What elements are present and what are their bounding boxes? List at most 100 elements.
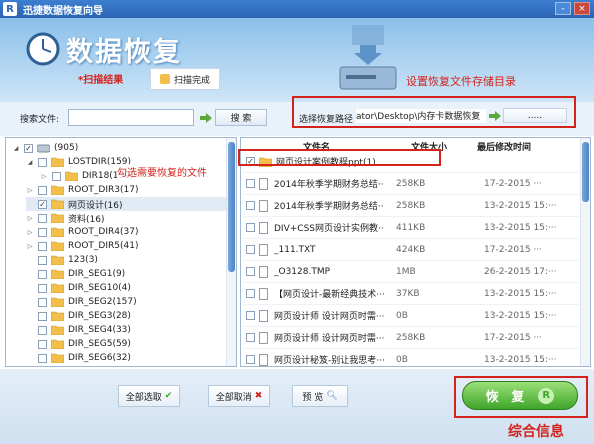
file-name: 【网页设计-最新经典技术··· <box>274 290 384 300</box>
file-checkbox[interactable] <box>246 201 255 210</box>
tree-item-label: ROOT_DIR3(17) <box>68 185 139 195</box>
tree-checkbox[interactable] <box>38 325 47 335</box>
recover-button[interactable]: 恢 复 R <box>462 381 578 410</box>
table-row[interactable]: 网页设计师 设计网页时需··· 0B 13-2-2015 15:··· <box>243 305 579 327</box>
table-row[interactable]: DIV+CSS网页设计实例教··· 411KB 13-2-2015 15:··· <box>243 217 579 239</box>
file-checkbox[interactable] <box>246 311 255 320</box>
folder-icon <box>51 339 64 349</box>
tree-item[interactable]: DIR_SEG10(4) <box>26 281 226 295</box>
file-size: 1MB <box>396 266 416 277</box>
tree-checkbox[interactable] <box>52 171 61 181</box>
recover-label: 恢 复 <box>485 390 529 405</box>
preview-label: 预 览 <box>302 392 324 403</box>
file-name: DIV+CSS网页设计实例教··· <box>274 224 384 234</box>
tree-scrollbar[interactable] <box>226 138 236 366</box>
tree-checkbox[interactable] <box>38 297 47 307</box>
tree-checkbox[interactable] <box>38 283 47 293</box>
folder-icon <box>65 171 78 181</box>
recovery-path-label: 选择恢复路径 <box>299 115 354 125</box>
tree-checkbox[interactable] <box>38 241 47 251</box>
folder-icon <box>51 199 64 209</box>
file-scroll-thumb[interactable] <box>582 142 589 202</box>
tree-scroll-thumb[interactable] <box>228 142 235 272</box>
file-name: _111.TXT <box>274 244 316 255</box>
tree-checkbox[interactable] <box>38 339 47 349</box>
file-icon <box>259 331 268 344</box>
expander-icon[interactable]: ▷ <box>26 243 34 250</box>
recovery-path-field[interactable]: ator\Desktop\内存卡数据恢复 <box>356 109 486 123</box>
expander-icon[interactable]: ▷ <box>26 229 34 236</box>
folder-icon <box>51 325 64 335</box>
file-checkbox[interactable] <box>246 179 255 188</box>
browse-path-button[interactable]: ..... <box>503 108 567 123</box>
expander-icon[interactable]: ◢ <box>12 145 20 152</box>
expander-icon[interactable]: ▷ <box>26 187 34 194</box>
tree-item[interactable]: 123(3) <box>26 253 226 267</box>
tree-item[interactable]: DIR_SEG1(9) <box>26 267 226 281</box>
window-title: 迅捷数据恢复向导 <box>23 5 103 17</box>
file-date: 17-2-2015 ··· <box>484 332 543 343</box>
tree-item-label: DIR_SEG6(32) <box>68 353 131 363</box>
tree-item-label: (905) <box>54 143 79 153</box>
tree-checkbox[interactable] <box>38 255 47 265</box>
tree-item[interactable]: DIR_SEG5(59) <box>26 337 226 351</box>
tree-item-label: 123(3) <box>68 255 98 265</box>
tree-item[interactable]: ▷ 资料(16) <box>26 211 226 225</box>
annotation-select-files: 勾选需要恢复的文件 <box>117 164 207 179</box>
tree-item[interactable]: ▷ ROOT_DIR3(17) <box>26 183 226 197</box>
status-icon <box>159 74 170 84</box>
table-row[interactable]: 2014年秋季学期财务总结··· 258KB 17-2-2015 ··· <box>243 173 579 195</box>
close-button[interactable]: × <box>574 2 590 15</box>
tree-item[interactable]: DIR_SEG3(28) <box>26 309 226 323</box>
tree-item[interactable]: DIR_SEG6(32) <box>26 351 226 365</box>
expander-icon[interactable]: ▷ <box>40 173 48 180</box>
table-row[interactable]: _O3128.TMP 1MB 26-2-2015 17:··· <box>243 261 579 283</box>
file-checkbox[interactable] <box>246 289 255 298</box>
tree-checkbox[interactable] <box>38 269 47 279</box>
preview-button[interactable]: 预 览 🔍︎ <box>292 385 348 407</box>
table-row[interactable]: 2014年秋季学期财务总结··· 258KB 13-2-2015 15:··· <box>243 195 579 217</box>
file-name: 2014年秋季学期财务总结··· <box>274 180 384 190</box>
file-icon <box>259 265 268 278</box>
file-checkbox[interactable] <box>246 223 255 232</box>
file-date: 13-2-2015 15:··· <box>484 222 557 233</box>
select-all-button[interactable]: 全部选取 ✔ <box>118 385 180 407</box>
table-row[interactable]: 【网页设计-最新经典技术··· 37KB 13-2-2015 15:··· <box>243 283 579 305</box>
tree-item-label: ROOT_DIR4(37) <box>68 227 139 237</box>
arrow-right-icon <box>200 113 212 123</box>
expander-icon[interactable]: ▷ <box>26 215 34 222</box>
file-checkbox[interactable] <box>246 245 255 254</box>
tree-item-label: 资料(16) <box>68 214 105 225</box>
expander-icon[interactable]: ◢ <box>26 159 34 166</box>
tree-item[interactable]: DIR_SEG4(33) <box>26 323 226 337</box>
tree-item[interactable]: ▷ ROOT_DIR4(37) <box>26 225 226 239</box>
tree-item[interactable]: DIR_SEG2(157) <box>26 295 226 309</box>
table-row[interactable]: 网页设计秘笈-别让我思考··· 0B 13-2-2015 15:··· <box>243 349 579 366</box>
tree-checkbox[interactable] <box>38 213 47 223</box>
file-checkbox[interactable] <box>246 333 255 342</box>
file-checkbox[interactable] <box>246 355 255 364</box>
file-list: 文件名 文件大小 最后修改时间 ✓ 网页设计案例教程ppt(1) 2014年秋季学期… <box>240 137 591 367</box>
tree-item[interactable]: ▷ ROOT_DIR5(41) <box>26 239 226 253</box>
tree-checkbox[interactable] <box>38 185 47 195</box>
deselect-all-button[interactable]: 全部取消 ✖ <box>208 385 270 407</box>
search-button[interactable]: 搜 索 <box>215 109 267 126</box>
table-row[interactable]: _111.TXT 424KB 17-2-2015 ··· <box>243 239 579 261</box>
tree-item-label: 网页设计(16) <box>68 200 123 211</box>
tree-checkbox[interactable] <box>38 157 47 167</box>
tree-checkbox[interactable]: ✓ <box>24 143 33 153</box>
tree-checkbox[interactable] <box>38 227 47 237</box>
tree-checkbox[interactable]: ✓ <box>38 199 47 209</box>
minimize-button[interactable]: - <box>555 2 571 15</box>
folder-icon <box>51 311 64 321</box>
tree-item[interactable]: ✓ 网页设计(16) <box>26 197 226 211</box>
search-input[interactable] <box>68 109 194 126</box>
file-checkbox[interactable] <box>246 267 255 276</box>
tree-checkbox[interactable] <box>38 353 47 363</box>
file-scrollbar[interactable] <box>580 138 590 366</box>
folder-icon <box>51 227 64 237</box>
tree-item[interactable]: ◢ ✓ (905) <box>12 141 226 155</box>
deselect-all-label: 全部取消 <box>215 392 252 403</box>
table-row[interactable]: 网页设计师 设计网页时需··· 258KB 17-2-2015 ··· <box>243 327 579 349</box>
tree-checkbox[interactable] <box>38 311 47 321</box>
